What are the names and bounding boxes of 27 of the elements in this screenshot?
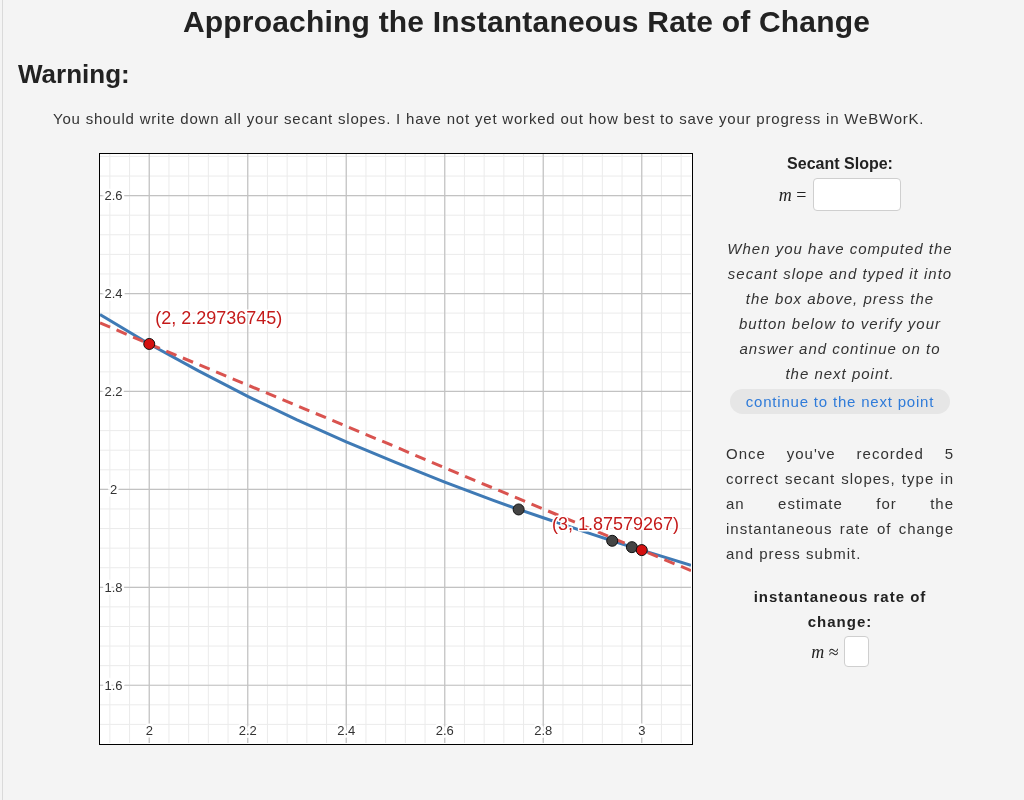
- y-tick-label: 2.2: [104, 383, 123, 399]
- secant-slope-heading: Secant Slope:: [787, 154, 893, 174]
- y-tick-label: 2: [109, 481, 118, 497]
- warning-heading: Warning:: [18, 58, 130, 90]
- page-title: Approaching the Instantaneous Rate of Change: [182, 4, 871, 40]
- math-label: m =: [778, 183, 807, 206]
- next-point-button[interactable]: continue to the next point: [730, 389, 950, 414]
- x-tick-label: 2.6: [435, 723, 454, 738]
- rate-heading: instantaneous rate of change:: [752, 587, 928, 632]
- y-tick-label: 1.8: [104, 579, 123, 595]
- math-label: m ≈: [811, 640, 839, 663]
- x-tick-label: 2.4: [337, 723, 356, 738]
- y-tick-label: 1.6: [104, 677, 123, 693]
- plot-point: [143, 337, 156, 350]
- x-tick-label: 3: [638, 723, 646, 738]
- x-tick-label: 2: [145, 723, 153, 738]
- instructions-text: When you have computed the secant slope and typed it into the box above, press the button below to verify your answer and continue on to the next point.: [726, 239, 954, 384]
- warning-text: You should write down all your secant slopes. I have not yet worked out how best to save your progress in WeBWorK.: [53, 109, 925, 129]
- plot-point: [635, 544, 648, 557]
- x-tick-label: 2.2: [238, 723, 257, 738]
- y-tick-label: 2.4: [104, 286, 123, 302]
- estimate-instructions: Once you've recorded 5 correct secant slopes, type in an estimate for the instantaneous rate of change and press submit.: [726, 444, 954, 564]
- estimate-input[interactable]: [843, 636, 869, 667]
- slope-input[interactable]: [813, 178, 902, 211]
- point-label: (2, 2.29736745): [155, 307, 283, 328]
- y-tick-label: 2.6: [104, 188, 123, 204]
- x-tick-label: 2.8: [534, 723, 553, 738]
